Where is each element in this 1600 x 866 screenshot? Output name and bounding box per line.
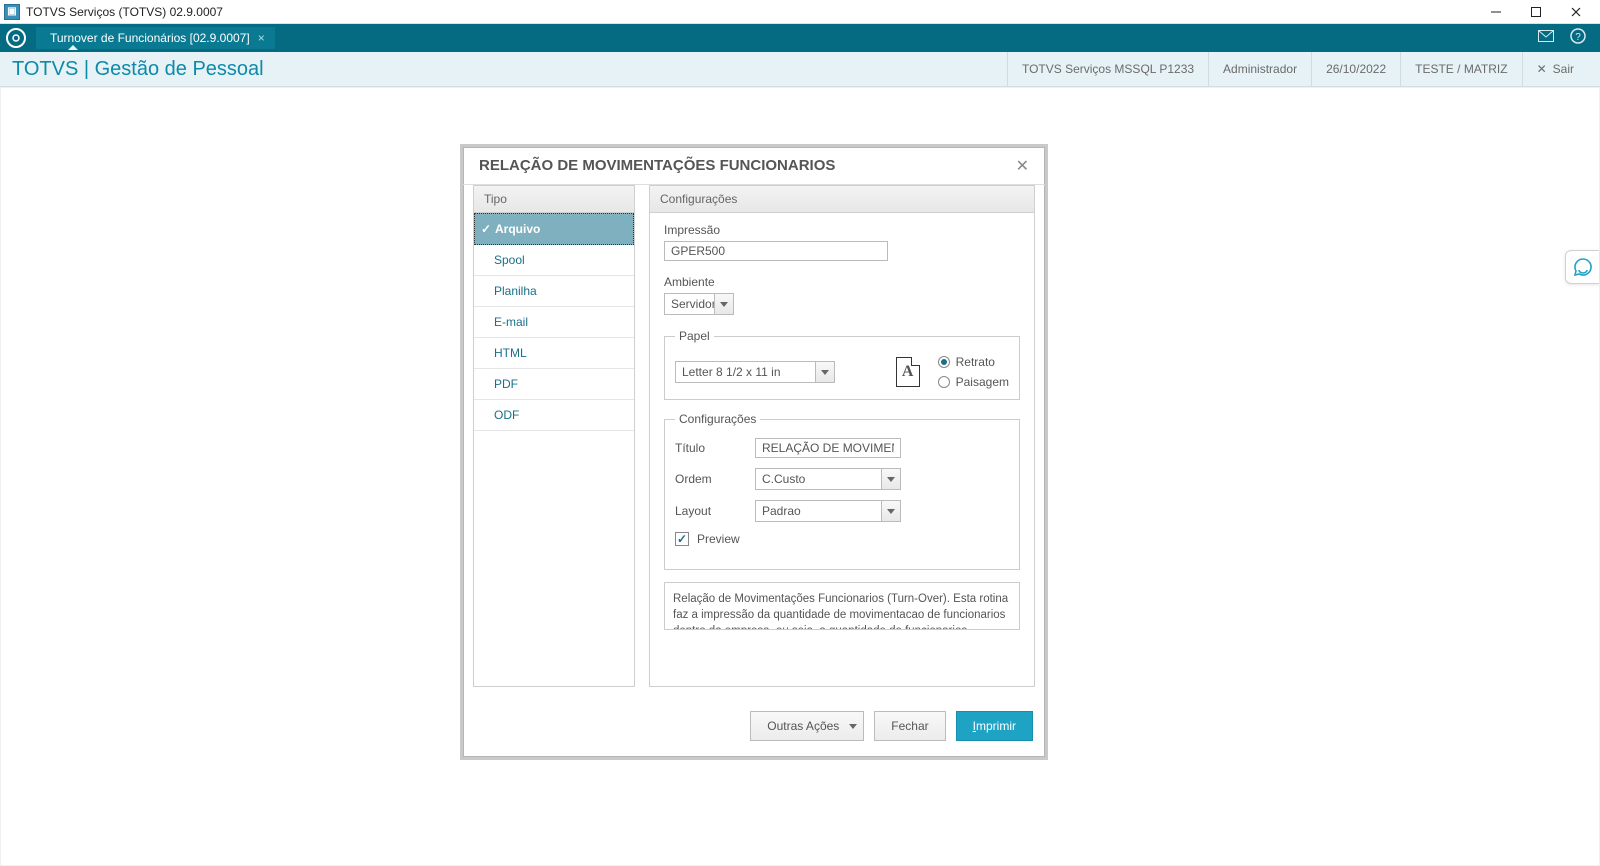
close-icon: ✕ (1537, 62, 1547, 76)
papel-group: Papel Letter 8 1/2 x 11 in A (664, 329, 1020, 400)
ordem-label: Ordem (675, 472, 755, 486)
chevron-down-icon[interactable] (815, 361, 835, 383)
imprimir-button[interactable]: Imprimir (956, 711, 1033, 741)
app-title: TOTVS | Gestão de Pessoal (12, 58, 264, 81)
retrato-label: Retrato (956, 355, 995, 369)
ambiente-value: Servidor (664, 293, 714, 315)
paisagem-radio[interactable]: Paisagem (938, 375, 1009, 389)
ribbon-tab-label: Turnover de Funcionários [02.9.0007] (50, 31, 250, 45)
tipo-panel-title: Tipo (474, 186, 634, 213)
config-legend: Configurações (675, 412, 760, 426)
dialog-footer: Outras Ações Fechar Imprimir (463, 695, 1045, 757)
ordem-combo[interactable]: C.Custo (755, 468, 901, 490)
radio-icon (938, 356, 950, 368)
imprimir-rest: mprimir (976, 719, 1016, 733)
mail-icon[interactable] (1538, 29, 1554, 47)
workspace: RELAÇÃO DE MOVIMENTAÇÕES FUNCIONARIOS ✕ … (0, 87, 1600, 866)
chevron-down-icon[interactable] (881, 468, 901, 490)
ribbon-bar: Turnover de Funcionários [02.9.0007] × ? (0, 24, 1600, 52)
close-icon[interactable]: × (258, 31, 265, 45)
chat-icon (1573, 257, 1593, 277)
layout-value: Padrao (755, 500, 881, 522)
papel-legend: Papel (675, 329, 714, 343)
exit-button[interactable]: ✕ Sair (1522, 52, 1588, 86)
tipo-item-email[interactable]: E-mail (474, 307, 634, 338)
outras-acoes-button[interactable]: Outras Ações (750, 711, 864, 741)
print-dialog: RELAÇÃO DE MOVIMENTAÇÕES FUNCIONARIOS ✕ … (460, 144, 1048, 760)
window-titlebar: ▣ TOTVS Serviços (TOTVS) 02.9.0007 (0, 0, 1600, 24)
dialog-title: RELAÇÃO DE MOVIMENTAÇÕES FUNCIONARIOS (479, 157, 835, 174)
config-panel-title: Configurações (650, 186, 1034, 213)
description-box: Relação de Movimentações Funcionarios (T… (664, 582, 1020, 630)
svg-text:?: ? (1575, 32, 1581, 43)
tipo-item-planilha[interactable]: Planilha (474, 276, 634, 307)
window-title: TOTVS Serviços (TOTVS) 02.9.0007 (26, 5, 223, 19)
ambiente-combo[interactable]: Servidor (664, 293, 734, 315)
chevron-down-icon[interactable] (714, 293, 734, 315)
titulo-label: Título (675, 441, 755, 455)
app-icon: ▣ (4, 4, 20, 20)
header-env: TESTE / MATRIZ (1400, 52, 1521, 86)
header-user: Administrador (1208, 52, 1311, 86)
header-date: 26/10/2022 (1311, 52, 1400, 86)
tipo-item-odf[interactable]: ODF (474, 400, 634, 431)
dialog-close-button[interactable]: ✕ (1016, 156, 1029, 176)
chevron-down-icon[interactable] (881, 500, 901, 522)
tipo-panel: Tipo Arquivo Spool Planilha E-mail HTML … (473, 185, 635, 687)
preview-checkbox[interactable] (675, 532, 689, 546)
floating-help-button[interactable] (1565, 250, 1599, 284)
impressao-label: Impressão (664, 223, 1020, 237)
page-orientation-icon: A (896, 357, 920, 387)
tipo-item-arquivo[interactable]: Arquivo (474, 213, 634, 245)
exit-label: Sair (1553, 62, 1574, 76)
radio-icon (938, 376, 950, 388)
layout-combo[interactable]: Padrao (755, 500, 901, 522)
config-panel: Configurações Impressão Ambiente Servido… (649, 185, 1035, 687)
ribbon-tab[interactable]: Turnover de Funcionários [02.9.0007] × (36, 27, 275, 49)
header-service: TOTVS Serviços MSSQL P1233 (1007, 52, 1208, 86)
preview-label: Preview (697, 532, 740, 546)
papel-value: Letter 8 1/2 x 11 in (675, 361, 815, 383)
ambiente-label: Ambiente (664, 275, 1020, 289)
tipo-item-spool[interactable]: Spool (474, 245, 634, 276)
layout-label: Layout (675, 504, 755, 518)
retrato-radio[interactable]: Retrato (938, 355, 1009, 369)
app-header: TOTVS | Gestão de Pessoal TOTVS Serviços… (0, 52, 1600, 87)
fechar-label: Fechar (891, 719, 928, 733)
home-icon[interactable] (6, 28, 26, 48)
help-icon[interactable]: ? (1570, 28, 1586, 49)
paisagem-label: Paisagem (956, 375, 1009, 389)
window-minimize-button[interactable] (1476, 0, 1516, 24)
impressao-input[interactable] (664, 241, 888, 261)
tipo-item-pdf[interactable]: PDF (474, 369, 634, 400)
config-group: Configurações Título Ordem C.Custo (664, 412, 1020, 570)
window-close-button[interactable] (1556, 0, 1596, 24)
tipo-item-html[interactable]: HTML (474, 338, 634, 369)
papel-combo[interactable]: Letter 8 1/2 x 11 in (675, 361, 835, 383)
titulo-input[interactable] (755, 438, 901, 458)
ordem-value: C.Custo (755, 468, 881, 490)
outras-acoes-label: Outras Ações (767, 719, 839, 733)
dialog-header: RELAÇÃO DE MOVIMENTAÇÕES FUNCIONARIOS ✕ (463, 147, 1045, 185)
fechar-button[interactable]: Fechar (874, 711, 945, 741)
window-maximize-button[interactable] (1516, 0, 1556, 24)
